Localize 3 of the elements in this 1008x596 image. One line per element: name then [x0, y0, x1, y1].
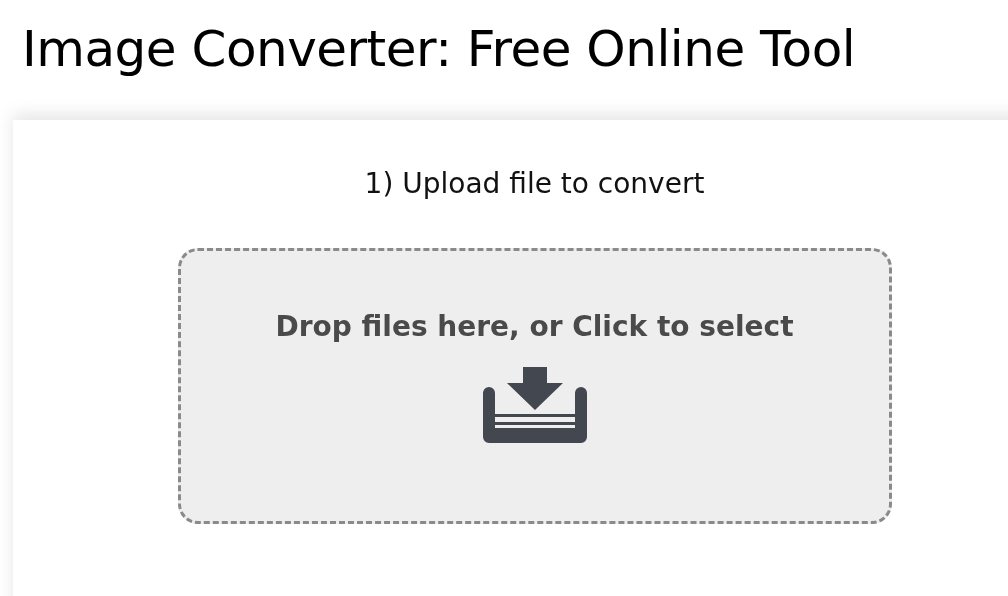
drop-zone[interactable]: Drop files here, or Click to select — [177, 248, 892, 524]
step-label: 1) Upload file to convert — [364, 166, 705, 202]
page-title: Image Converter: Free Online Tool — [21, 19, 857, 80]
